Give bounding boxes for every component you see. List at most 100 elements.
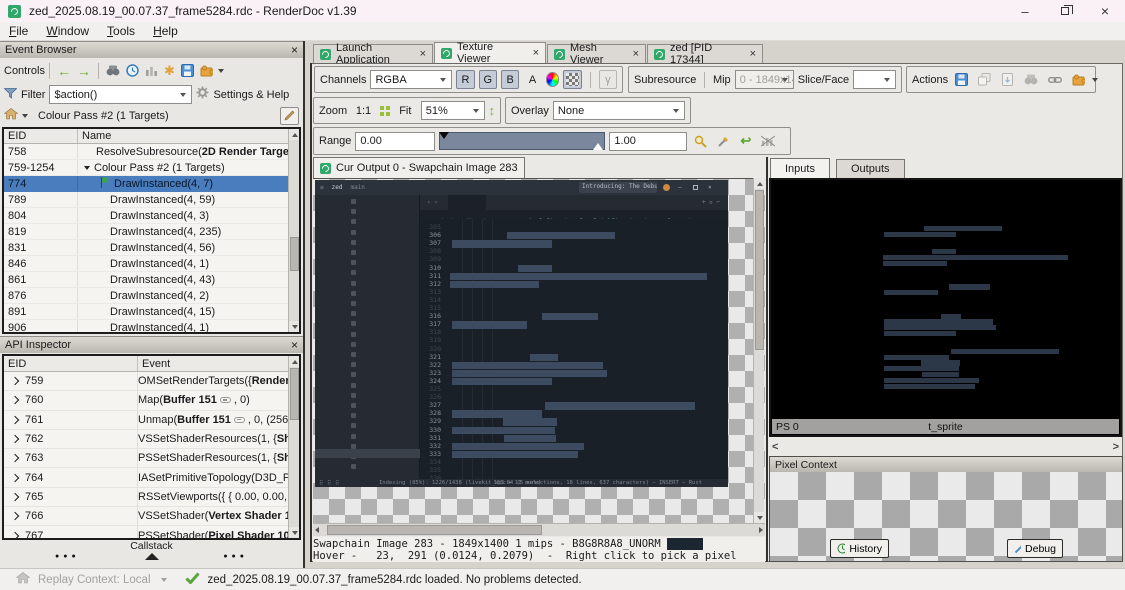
column-event[interactable]: Event xyxy=(138,356,299,371)
menu-tools[interactable]: Tools xyxy=(98,24,144,38)
chevron-down-icon[interactable] xyxy=(161,578,167,582)
expand-chevron-icon[interactable] xyxy=(11,512,19,520)
column-eid[interactable]: EID xyxy=(4,129,78,143)
range-white-point-handle[interactable] xyxy=(593,143,603,150)
api-row-759[interactable]: 759OMSetRenderTargets({ Render T xyxy=(4,372,299,391)
viewport-hscrollbar[interactable] xyxy=(313,523,765,536)
histogram-icon[interactable] xyxy=(761,135,775,147)
find-event-icon[interactable] xyxy=(106,65,120,76)
flip-y-icon[interactable]: ↕ xyxy=(489,103,496,118)
red-channel-button[interactable]: R xyxy=(456,70,474,89)
close-icon[interactable]: × xyxy=(420,48,426,60)
tab-inputs[interactable]: Inputs xyxy=(770,158,830,178)
close-icon[interactable]: × xyxy=(533,47,539,59)
tab-mesh-viewer[interactable]: Mesh Viewer × xyxy=(547,44,646,63)
step-forward-icon[interactable]: → xyxy=(77,63,91,79)
scroll-right-icon[interactable]: > xyxy=(1113,441,1119,453)
gamma-button[interactable]: γ xyxy=(599,70,617,89)
close-icon[interactable]: × xyxy=(291,43,298,57)
api-row-763[interactable]: 763PSSetShaderResources(1, { Shad xyxy=(4,449,299,468)
restore-button[interactable] xyxy=(1045,0,1085,22)
range-slider[interactable] xyxy=(439,132,605,150)
event-table-scrollbar[interactable] xyxy=(288,129,299,332)
color-wheel-icon[interactable] xyxy=(546,72,560,87)
event-row-831[interactable]: 831DrawInstanced(4, 56) xyxy=(4,240,299,256)
range-max-input[interactable]: 1.00 xyxy=(609,132,687,151)
fit-button[interactable]: Fit xyxy=(394,101,417,120)
range-picker-icon[interactable] xyxy=(717,135,730,148)
overlay-select[interactable]: None xyxy=(553,101,685,120)
step-back-icon[interactable]: ← xyxy=(57,63,71,79)
tab-zed-pid[interactable]: zed [PID 17344] × xyxy=(647,44,763,63)
event-row-819[interactable]: 819DrawInstanced(4, 235) xyxy=(4,224,299,240)
api-row-760[interactable]: 760Map( Buffer 151 , 0) xyxy=(4,391,299,410)
expand-chevron-icon[interactable] xyxy=(11,454,19,462)
api-table-scrollbar[interactable] xyxy=(288,356,299,538)
blue-channel-button[interactable]: B xyxy=(501,70,519,89)
close-icon[interactable]: × xyxy=(633,48,639,60)
close-button[interactable]: × xyxy=(1085,0,1125,22)
api-row-761[interactable]: 761Unmap( Buffer 151 , 0, (256 b xyxy=(4,411,299,430)
chevron-down-icon[interactable] xyxy=(22,114,28,118)
copy-icon[interactable] xyxy=(978,73,991,86)
expand-chevron-icon[interactable] xyxy=(11,493,19,501)
range-black-point-handle[interactable] xyxy=(439,132,449,139)
stats-icon[interactable] xyxy=(145,65,158,76)
event-row-846[interactable]: 846DrawInstanced(4, 1) xyxy=(4,256,299,272)
export-events-icon[interactable] xyxy=(181,64,194,77)
menu-file[interactable]: File xyxy=(0,24,37,38)
zoom-select[interactable]: 51% xyxy=(421,101,485,120)
callstack-bar[interactable]: Callstack ●●● ●●● xyxy=(0,540,303,564)
column-eid[interactable]: EID xyxy=(4,356,138,371)
event-row-891[interactable]: 891DrawInstanced(4, 15) xyxy=(4,304,299,320)
menu-window[interactable]: Window xyxy=(37,24,98,38)
extensions-icon[interactable] xyxy=(200,64,213,77)
api-row-762[interactable]: 762VSSetShaderResources(1, { Shad xyxy=(4,430,299,449)
event-row-906[interactable]: 906DrawInstanced(4, 1) xyxy=(4,320,299,334)
range-min-input[interactable]: 0.00 xyxy=(355,132,435,151)
api-row-765[interactable]: 765RSSetViewports({ { 0.00, 0.00, ... xyxy=(4,488,299,507)
thumbnail-scroll-row[interactable]: < > xyxy=(769,440,1122,453)
alpha-channel-button[interactable]: A xyxy=(523,70,541,89)
mip-select[interactable]: 0 - 1849x1400 xyxy=(735,70,794,89)
api-inspector-header[interactable]: API Inspector × xyxy=(0,336,303,353)
replay-context-label[interactable]: Replay Context: Local xyxy=(38,574,151,586)
settings-help-link[interactable]: Settings & Help xyxy=(213,89,289,101)
viewport-vscrollbar[interactable] xyxy=(753,178,764,523)
pixel-context-view[interactable] xyxy=(770,472,1122,561)
slice-face-select[interactable] xyxy=(853,70,896,89)
expand-up-icon[interactable] xyxy=(145,553,159,560)
column-name[interactable]: Name xyxy=(78,129,299,143)
event-row-774[interactable]: 774DrawInstanced(4, 7) xyxy=(4,176,299,192)
event-row-804[interactable]: 804DrawInstanced(4, 3) xyxy=(4,208,299,224)
expand-chevron-icon[interactable] xyxy=(11,435,19,443)
tab-texture-viewer[interactable]: Texture Viewer × xyxy=(434,42,546,63)
green-channel-button[interactable]: G xyxy=(479,70,497,89)
event-row-758[interactable]: 758ResolveSubresource( 2D Render Target … xyxy=(4,144,299,160)
reset-range-icon[interactable]: ↩ xyxy=(740,133,751,149)
autofit-range-icon[interactable] xyxy=(694,135,707,148)
close-icon[interactable]: × xyxy=(291,338,298,352)
open-in-new-icon[interactable] xyxy=(1001,73,1014,86)
channels-select[interactable]: RGBA xyxy=(370,70,452,89)
api-row-767[interactable]: 767PSSetShader( Pixel Shader 104 xyxy=(4,526,299,540)
event-row-876[interactable]: 876DrawInstanced(4, 2) xyxy=(4,288,299,304)
filter-combo[interactable]: $action() xyxy=(49,85,192,104)
resource-link-icon[interactable] xyxy=(1048,75,1062,85)
history-button[interactable]: History xyxy=(830,539,889,558)
input-thumbnail[interactable]: PS 0 t_sprite xyxy=(769,178,1122,437)
event-row-861[interactable]: 861DrawInstanced(4, 43) xyxy=(4,272,299,288)
filter-settings-gear-icon[interactable] xyxy=(196,86,209,104)
save-texture-icon[interactable] xyxy=(955,73,968,86)
extensions-icon[interactable] xyxy=(1072,73,1085,86)
home-icon[interactable] xyxy=(4,107,18,125)
chevron-down-icon[interactable] xyxy=(1092,78,1098,82)
debug-button[interactable]: Debug xyxy=(1007,539,1063,558)
event-row-789[interactable]: 789DrawInstanced(4, 59) xyxy=(4,192,299,208)
expand-chevron-icon[interactable] xyxy=(11,377,19,385)
edit-bookmarks-button[interactable] xyxy=(280,107,299,125)
minimize-button[interactable]: – xyxy=(1005,0,1045,22)
api-row-766[interactable]: 766VSSetShader( Vertex Shader 103 xyxy=(4,507,299,526)
tab-outputs[interactable]: Outputs xyxy=(836,159,905,178)
zoom-1-1-button[interactable]: 1:1 xyxy=(351,101,376,120)
